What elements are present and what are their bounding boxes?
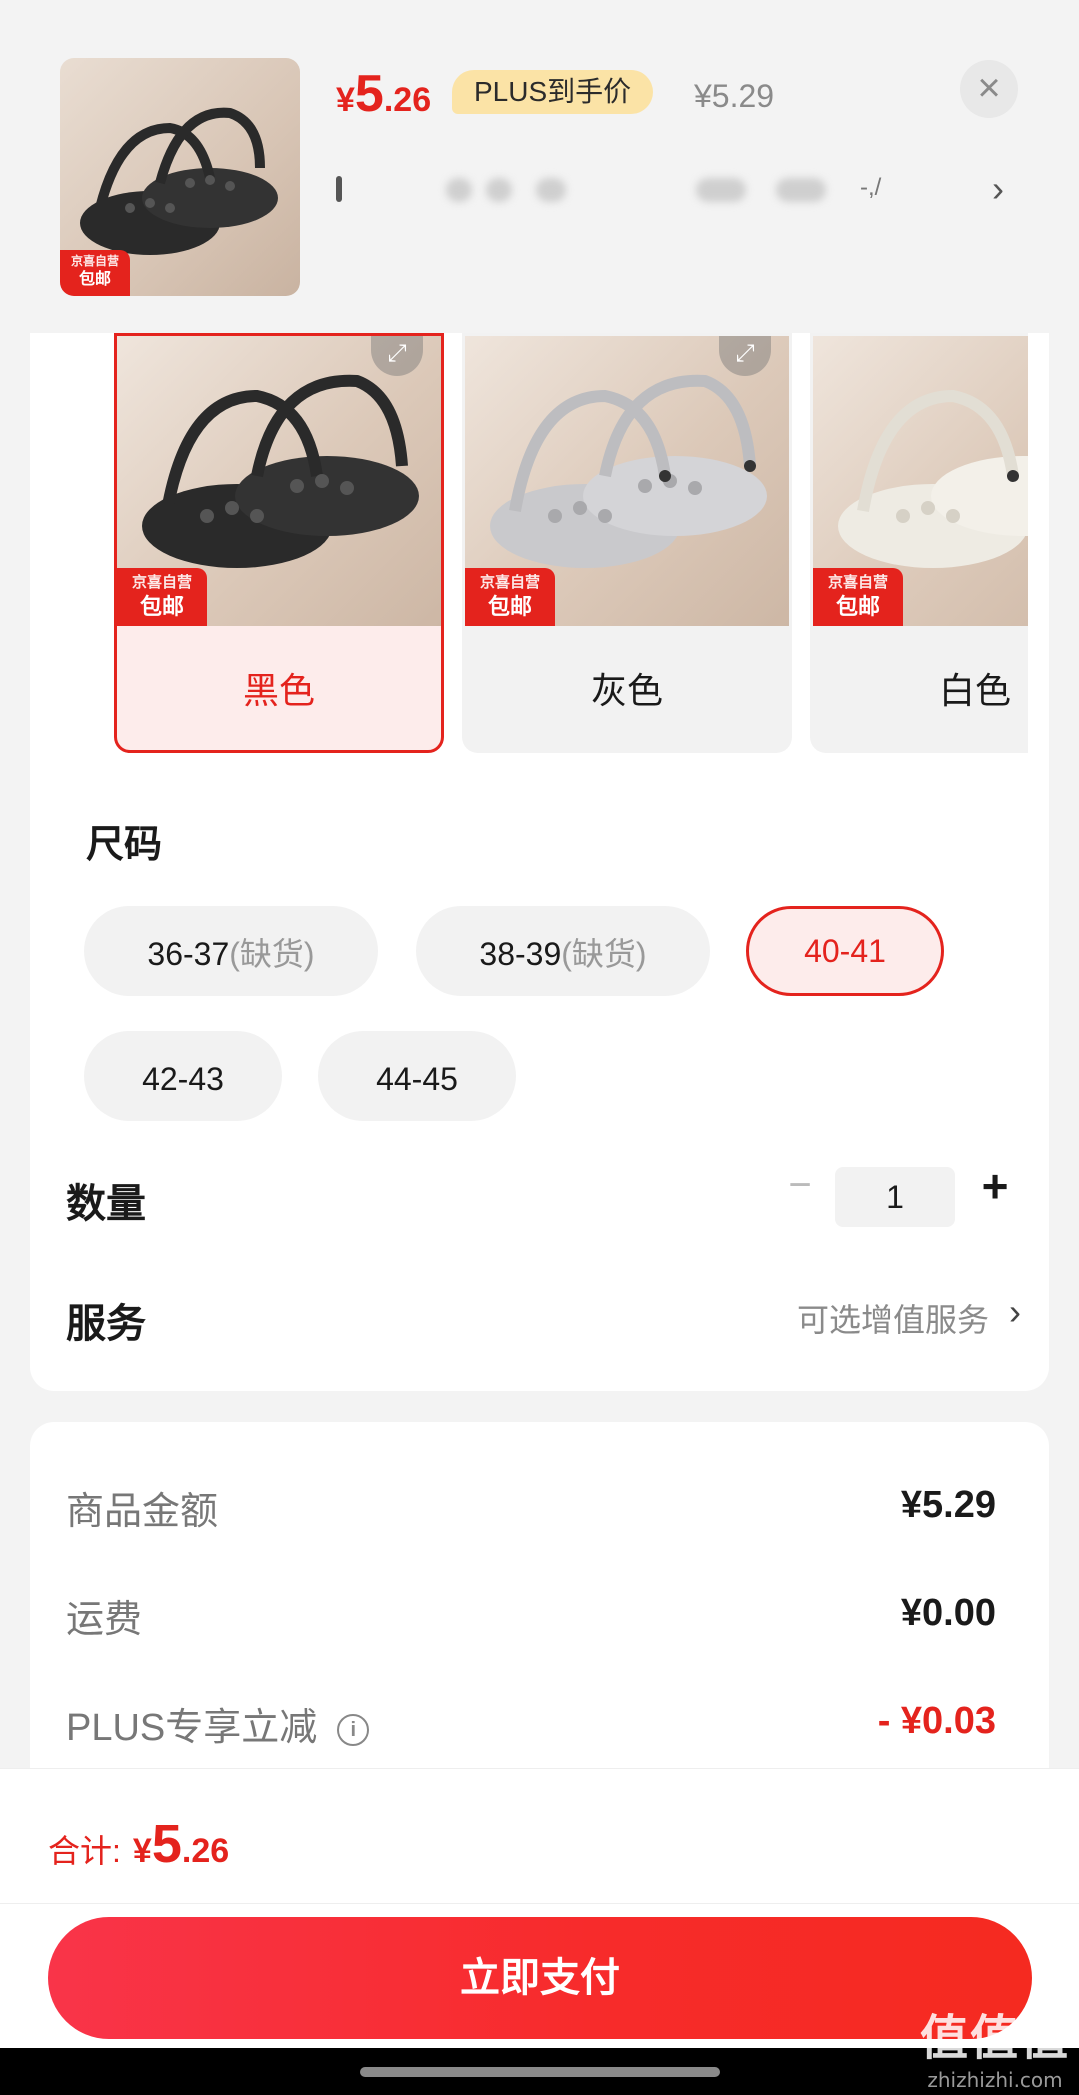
goods-amount-label: 商品金额: [66, 1491, 219, 1533]
shipping-value: ¥0.00: [900, 1592, 996, 1634]
color-option-label: 黑色: [242, 670, 315, 711]
checkout-bar: 合计: ¥ 5 .26 立即支付: [0, 1768, 1079, 2095]
info-icon[interactable]: i: [337, 1714, 370, 1746]
product-thumbnail: 京喜自营 包邮: [60, 58, 300, 296]
color-option-white[interactable]: 京喜自营 包邮 白色: [810, 333, 1028, 753]
size-option-36-37[interactable]: 36-37(缺货): [84, 906, 378, 996]
color-option-label: 白色: [938, 670, 1011, 711]
quantity-increment-button[interactable]: +: [970, 1159, 1020, 1215]
home-indicator[interactable]: [360, 2067, 720, 2077]
quantity-decrement-button[interactable]: −: [775, 1159, 825, 1215]
color-option-image: ⤢ 京喜自营 包邮: [117, 336, 441, 626]
pay-now-button[interactable]: 立即支付: [48, 1917, 1032, 2039]
service-label: 服务: [66, 1302, 146, 1346]
product-title-blurred[interactable]: -,/: [336, 164, 916, 214]
current-price: ¥ 5 .26: [336, 65, 432, 123]
jd-selfrun-tag: 京喜自营 包邮: [117, 568, 207, 626]
close-button[interactable]: ×: [960, 60, 1018, 118]
size-option-42-43[interactable]: 42-43: [84, 1031, 282, 1121]
product-header: 京喜自营 包邮 ¥ 5 .26 PLUS到手价 ¥5.29 × -,/ ›: [0, 0, 1079, 333]
color-option-grey[interactable]: ⤢ 京喜自营 包邮 灰色: [462, 333, 792, 753]
color-option-image: 京喜自营 包邮: [813, 336, 1028, 626]
close-icon: ×: [977, 66, 1001, 110]
size-section-title: 尺码: [86, 824, 163, 866]
color-option-label: 灰色: [590, 670, 663, 711]
jd-selfrun-tag: 京喜自营 包邮: [60, 250, 130, 296]
plus-discount-value: - ¥0.03: [877, 1700, 996, 1742]
spec-selection-panel: ⤢ 京喜自营 包邮 黑色 ⤢ 京喜自营 包邮 灰色 京喜自营 包邮 白色 尺码 …: [30, 333, 1049, 1391]
quantity-input[interactable]: 1: [835, 1167, 955, 1227]
size-option-40-41[interactable]: 40-41: [746, 906, 944, 996]
plus-discount-row: PLUS专享立减 i - ¥0.03: [66, 1696, 996, 1756]
goods-amount-row: 商品金额 ¥5.29: [66, 1480, 996, 1540]
color-option-image: ⤢ 京喜自营 包邮: [465, 336, 789, 626]
watermark-logo: 值值值 zhizhizhi.com: [920, 2010, 1071, 2092]
original-price: ¥5.29: [694, 78, 775, 114]
cost-summary-panel: 商品金额 ¥5.29 运费 ¥0.00 PLUS专享立减 i - ¥0.03: [30, 1422, 1049, 1822]
goods-amount-value: ¥5.29: [900, 1484, 996, 1526]
shipping-label: 运费: [66, 1599, 143, 1641]
title-arrow-icon[interactable]: ›: [992, 168, 1004, 210]
shipping-row: 运费 ¥0.00: [66, 1588, 996, 1648]
plus-price-badge: PLUS到手价: [452, 70, 654, 114]
quantity-label: 数量: [66, 1182, 146, 1226]
jd-selfrun-tag: 京喜自营 包邮: [813, 568, 903, 626]
total-price: 合计: ¥ 5 .26: [48, 1814, 230, 1874]
size-option-38-39[interactable]: 38-39(缺货): [416, 906, 710, 996]
jd-selfrun-tag: 京喜自营 包邮: [465, 568, 555, 626]
plus-discount-label: PLUS专享立减 i: [66, 1696, 370, 1751]
color-option-black[interactable]: ⤢ 京喜自营 包邮 黑色: [114, 333, 444, 753]
color-swatch-row[interactable]: ⤢ 京喜自营 包邮 黑色 ⤢ 京喜自营 包邮 灰色 京喜自营 包邮 白色: [84, 333, 1028, 753]
service-hint[interactable]: 可选增值服务: [797, 1295, 989, 1341]
size-option-44-45[interactable]: 44-45: [318, 1031, 516, 1121]
chevron-right-icon[interactable]: ›: [1009, 1291, 1021, 1333]
divider: [0, 1903, 1079, 1904]
